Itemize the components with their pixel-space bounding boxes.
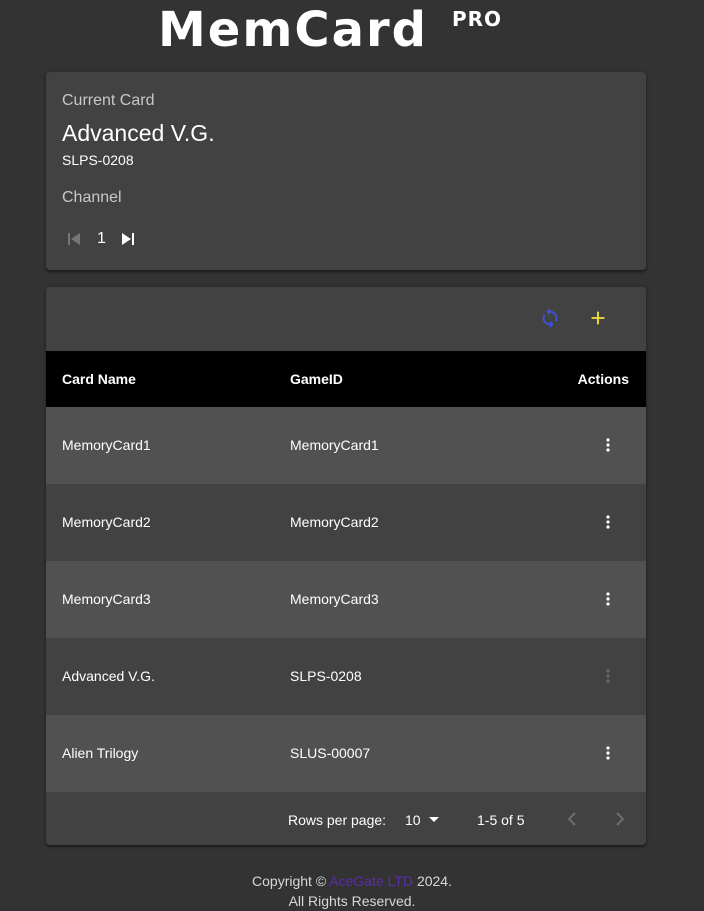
- refresh-icon: [542, 307, 558, 329]
- table-row: MemoryCard2 MemoryCard2: [46, 484, 646, 561]
- pagination-range: 1-5 of 5: [477, 812, 525, 828]
- first-channel-button[interactable]: [66, 231, 82, 247]
- previous-page-button[interactable]: [560, 807, 584, 831]
- row-actions-button[interactable]: [594, 741, 622, 765]
- refresh-button[interactable]: [538, 306, 562, 330]
- more-vert-icon: [606, 746, 610, 760]
- row-actions-button-disabled: [594, 664, 622, 688]
- current-card-panel: Current Card Advanced V.G. SLPS-0208 Cha…: [46, 72, 646, 270]
- rows-per-page-label: Rows per page:: [288, 812, 387, 828]
- rows-per-page-select[interactable]: 10: [405, 812, 439, 828]
- rights-text: All Rights Reserved.: [288, 893, 416, 909]
- channel-navigator: 1: [66, 228, 136, 250]
- copyright-year: 2024.: [416, 873, 452, 889]
- cell-card-name: MemoryCard2: [62, 514, 151, 530]
- more-vert-icon: [606, 592, 610, 606]
- last-channel-button[interactable]: [120, 231, 136, 247]
- more-vert-icon: [606, 438, 610, 452]
- row-actions-button[interactable]: [594, 433, 622, 457]
- cell-game-id: SLPS-0208: [290, 668, 362, 684]
- copyright-prefix: Copyright ©: [252, 873, 327, 889]
- skip-previous-icon: [68, 233, 80, 245]
- row-actions-button[interactable]: [594, 587, 622, 611]
- rows-per-page-value: 10: [405, 812, 421, 828]
- channel-label: Channel: [62, 189, 122, 206]
- current-card-name: Advanced V.G.: [62, 120, 215, 146]
- chevron-right-icon: [616, 812, 625, 826]
- cell-card-name: Advanced V.G.: [62, 668, 155, 684]
- table-row: Alien Trilogy SLUS-00007: [46, 715, 646, 792]
- add-card-button[interactable]: [586, 306, 610, 330]
- cell-card-name: MemoryCard3: [62, 591, 151, 607]
- column-header-card-name: Card Name: [62, 371, 136, 387]
- app-logo: MemCard PRO: [0, 0, 704, 60]
- table-row: Advanced V.G. SLPS-0208: [46, 638, 646, 715]
- more-vert-icon: [606, 515, 610, 529]
- logo-text: MemCard: [158, 2, 428, 52]
- chevron-left-icon: [567, 812, 576, 826]
- cell-card-name: MemoryCard1: [62, 437, 151, 453]
- table-pagination: Rows per page: 10 1-5 of 5: [46, 794, 646, 845]
- table-toolbar: [46, 287, 646, 351]
- company-link[interactable]: AceGate LTD: [329, 873, 413, 889]
- memory-card-table: Card Name GameID Actions MemoryCard1 Mem…: [46, 287, 646, 845]
- cell-game-id: MemoryCard3: [290, 591, 379, 607]
- column-header-actions: Actions: [577, 371, 629, 387]
- logo-suffix: PRO: [452, 7, 502, 31]
- current-card-game-id: SLPS-0208: [62, 152, 134, 168]
- table-row: MemoryCard3 MemoryCard3: [46, 561, 646, 638]
- table-header: Card Name GameID Actions: [46, 351, 646, 407]
- copyright-footer: Copyright © AceGate LTD 2024. All Rights…: [0, 871, 704, 911]
- current-card-label: Current Card: [62, 92, 155, 109]
- add-icon: [591, 311, 605, 325]
- column-header-game-id: GameID: [290, 371, 343, 387]
- next-page-button[interactable]: [608, 807, 632, 831]
- cell-game-id: MemoryCard2: [290, 514, 379, 530]
- cell-game-id: MemoryCard1: [290, 437, 379, 453]
- table-row: MemoryCard1 MemoryCard1: [46, 407, 646, 484]
- dropdown-arrow-icon: [428, 817, 439, 822]
- cell-game-id: SLUS-00007: [290, 745, 371, 761]
- channel-number: 1: [97, 230, 106, 247]
- more-vert-icon: [606, 669, 610, 683]
- cell-card-name: Alien Trilogy: [62, 745, 139, 761]
- row-actions-button[interactable]: [594, 510, 622, 534]
- skip-next-icon: [121, 233, 134, 245]
